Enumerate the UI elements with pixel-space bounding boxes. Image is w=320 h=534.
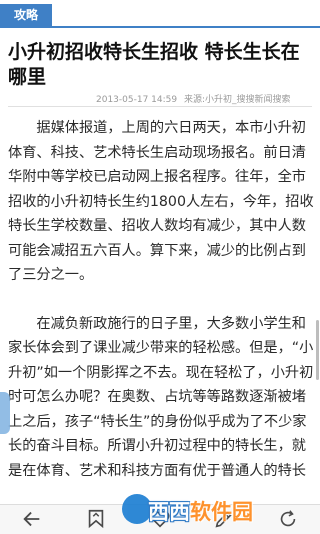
category-tag[interactable]: 攻略 — [0, 4, 52, 26]
article-meta: 2013-05-17 14:59 来源:小升初_搜搜新闻搜索 — [96, 92, 316, 105]
paragraph: 据媒体报道，上周的六日两天，本市小升初体育、科技、艺术特长生启动现场报名。前日清… — [8, 120, 314, 283]
bookmark-button[interactable] — [78, 507, 114, 531]
article-source[interactable]: 来源:小升初_搜搜新闻搜索 — [184, 95, 291, 105]
back-arrow-icon — [23, 511, 40, 527]
category-rule — [0, 26, 320, 28]
scrollbar-thumb[interactable] — [316, 320, 319, 380]
article-body: 据媒体报道，上周的六日两天，本市小升初体育、科技、艺术特长生启动现场报名。前日清… — [8, 116, 314, 496]
site-watermark: 西西软件园 — [118, 482, 318, 528]
watermark-text: 西西软件园 — [148, 500, 253, 524]
article-date: 2013-05-17 14:59 — [96, 95, 178, 105]
bookmark-icon — [88, 509, 104, 529]
back-button[interactable] — [14, 507, 50, 531]
top-bar: 攻略 — [0, 0, 320, 30]
title-divider — [8, 106, 312, 107]
side-drawer-handle[interactable] — [0, 392, 10, 434]
paragraph: 在减负新政施行的日子里，大多数小学生和家长体会到了课业减少带来的轻松感。但是，“… — [8, 315, 314, 479]
article-title: 小升初招收特长生招收 特长生长在哪里 — [8, 41, 300, 88]
